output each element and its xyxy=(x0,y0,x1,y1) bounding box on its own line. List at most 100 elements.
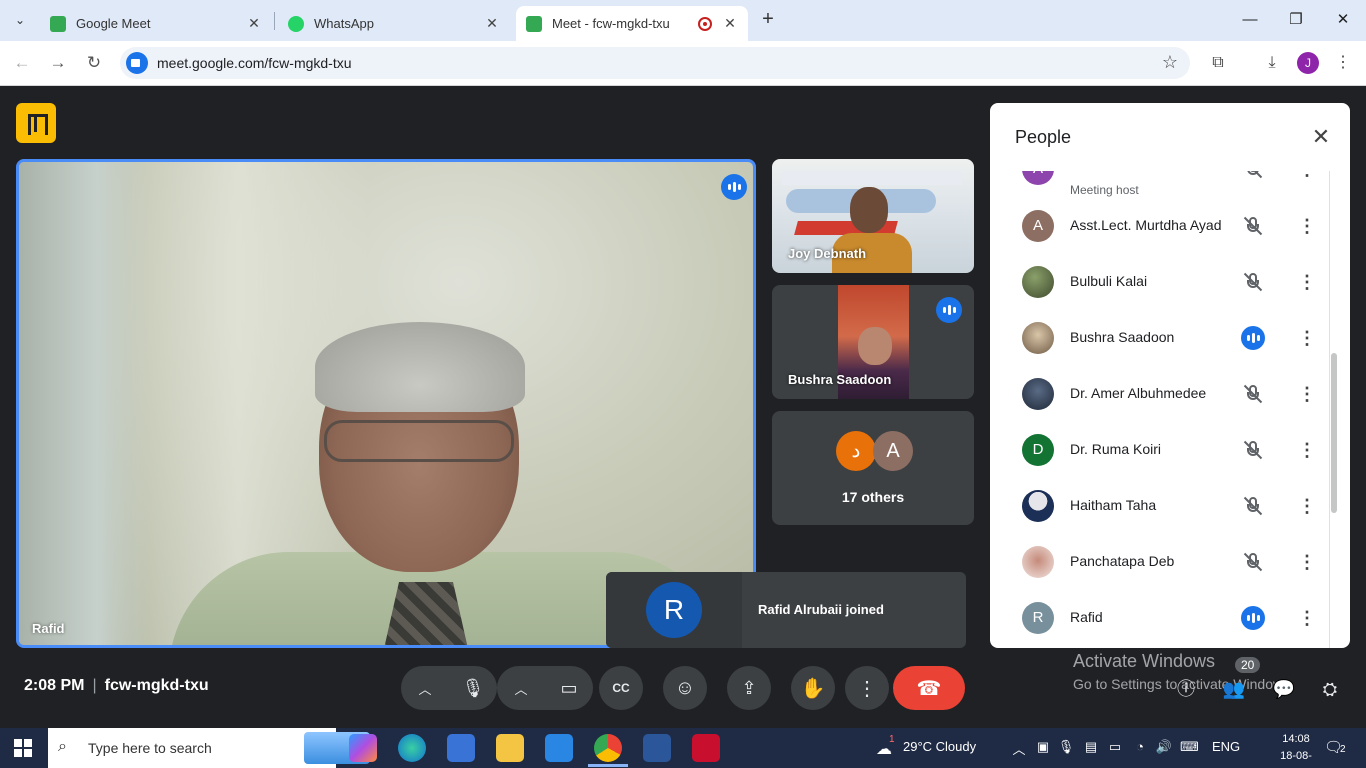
battery-icon[interactable]: ▭ xyxy=(1106,739,1124,757)
list-item[interactable]: Bushra Saadoon ⋮ xyxy=(1002,310,1329,366)
word-app-icon[interactable] xyxy=(643,734,671,762)
tab-google-meet[interactable]: Google Meet ✕ xyxy=(40,6,272,41)
raise-hand-icon[interactable]: ✋ xyxy=(791,666,835,710)
list-item[interactable]: A Asst.Lect. Murtdha Ayad ⋮ xyxy=(1002,198,1329,254)
clock-date: 18-08-2024 xyxy=(1280,750,1312,768)
windows-start-icon[interactable] xyxy=(14,739,32,757)
panel-title: People xyxy=(1015,127,1072,147)
mic-on-speaking-icon xyxy=(1241,326,1265,350)
more-options-icon[interactable]: ⋮ xyxy=(1298,326,1316,350)
close-tab-icon[interactable]: ✕ xyxy=(722,15,738,32)
more-options-icon[interactable]: ⋮ xyxy=(1298,171,1316,181)
mail-icon[interactable] xyxy=(545,734,573,762)
close-panel-icon[interactable]: ✕ xyxy=(1307,123,1335,151)
volume-icon[interactable]: 🔊 xyxy=(1155,739,1173,757)
browser-menu-kebab-icon[interactable]: ⋮ xyxy=(1331,51,1355,75)
more-options-icon[interactable]: ⋮ xyxy=(845,666,889,710)
chat-icon[interactable]: 💬 xyxy=(1271,677,1297,701)
weather-text[interactable]: 29°C Cloudy xyxy=(903,739,976,754)
meeting-info-logo-icon[interactable] xyxy=(16,103,56,143)
forward-arrow-icon[interactable]: → xyxy=(46,51,70,75)
mic-off-icon xyxy=(1241,494,1265,518)
list-item[interactable]: D Dr. Ruma Koiri ⋮ xyxy=(1002,422,1329,478)
search-icon: ⌕ xyxy=(58,738,67,755)
more-options-icon[interactable]: ⋮ xyxy=(1298,606,1316,630)
microphone-icon[interactable]: 🎙 xyxy=(449,678,497,699)
more-options-icon[interactable]: ⋮ xyxy=(1298,494,1316,518)
list-item[interactable]: R Rafid ⋮ xyxy=(1002,590,1329,646)
keyboard-icon[interactable]: ⌨ xyxy=(1180,739,1199,757)
taskbar-search-box[interactable]: ⌕ Type here to search xyxy=(48,728,370,768)
participant-list[interactable]: A Meeting host ⋮ A Asst.Lect. Murtdha Ay… xyxy=(1002,171,1330,648)
microsoft-store-icon[interactable] xyxy=(447,734,475,762)
people-icon[interactable]: 👥 xyxy=(1221,677,1247,701)
taskbar-clock[interactable]: 14:08 18-08-2024 xyxy=(1268,731,1324,768)
speaking-indicator-icon xyxy=(721,174,747,200)
list-item[interactable]: A Meeting host ⋮ xyxy=(1002,171,1329,197)
url-text[interactable]: meet.google.com/fcw-mgkd-txu xyxy=(157,55,352,71)
microphone-control[interactable]: ︿ 🎙 xyxy=(401,666,497,710)
list-item[interactable]: Haitham Taha ⋮ xyxy=(1002,478,1329,534)
tab-search-chevron-icon[interactable]: ⌄ xyxy=(8,8,32,32)
language-indicator[interactable]: ENG xyxy=(1212,739,1240,754)
participant-name: Asst.Lect. Murtdha Ayad xyxy=(1070,217,1222,233)
avatar xyxy=(1022,322,1054,354)
participant-name: Dr. Amer Albuhmedee xyxy=(1070,385,1207,401)
camera-icon[interactable]: ▭ xyxy=(545,678,593,699)
list-item[interactable]: Bulbuli Kalai ⋮ xyxy=(1002,254,1329,310)
download-icon[interactable]: ⤓ xyxy=(1260,51,1284,75)
mcafee-icon[interactable] xyxy=(692,734,720,762)
microphone-tray-icon[interactable]: 🎙 xyxy=(1057,739,1075,757)
others-tile[interactable]: د A 17 others xyxy=(772,411,974,525)
profile-avatar[interactable]: J xyxy=(1297,52,1319,74)
more-options-icon[interactable]: ⋮ xyxy=(1298,550,1316,574)
recording-indicator-icon xyxy=(698,16,712,31)
video-tile-joy-debnath[interactable]: Joy Debnath xyxy=(772,159,974,273)
list-item[interactable]: Panchatapa Deb ⋮ xyxy=(1002,534,1329,590)
video-tile-bushra-saadoon[interactable]: Bushra Saadoon xyxy=(772,285,974,399)
activities-icon[interactable]: ⛭ xyxy=(1317,677,1343,701)
tile-name: Joy Debnath xyxy=(788,246,867,261)
file-explorer-icon[interactable] xyxy=(496,734,524,762)
site-info-icon[interactable] xyxy=(126,52,148,74)
emoji-reaction-icon[interactable]: ☺ xyxy=(663,666,707,710)
participant-name: Panchatapa Deb xyxy=(1070,553,1175,569)
more-options-icon[interactable]: ⋮ xyxy=(1298,270,1316,294)
copilot-app-icon[interactable] xyxy=(349,734,377,762)
bookmark-star-icon[interactable]: ☆ xyxy=(1162,52,1178,73)
meeting-details-info-icon[interactable]: ⓘ xyxy=(1173,677,1199,701)
more-options-icon[interactable]: ⋮ xyxy=(1298,382,1316,406)
edge-browser-icon[interactable] xyxy=(398,734,426,762)
search-placeholder[interactable]: Type here to search xyxy=(88,740,212,756)
restore-window-icon[interactable]: ❐ xyxy=(1284,8,1308,32)
tab-whatsapp[interactable]: WhatsApp ✕ xyxy=(278,6,510,41)
close-tab-icon[interactable]: ✕ xyxy=(246,15,262,32)
more-options-icon[interactable]: ⋮ xyxy=(1298,438,1316,462)
new-tab-plus-icon[interactable]: + xyxy=(758,8,778,32)
show-hidden-icons-chevron-icon[interactable]: ︿ xyxy=(1010,739,1028,757)
address-bar[interactable]: meet.google.com/fcw-mgkd-txu ☆ xyxy=(120,47,1190,79)
panel-scrollbar[interactable] xyxy=(1331,353,1337,513)
list-item[interactable]: Dr. Amer Albuhmedee ⋮ xyxy=(1002,366,1329,422)
participant-role: Meeting host xyxy=(1070,183,1139,197)
captions-icon[interactable]: CC xyxy=(599,666,643,710)
meet-tray-icon[interactable]: ▣ xyxy=(1034,739,1052,757)
display-tray-icon[interactable]: ▤ xyxy=(1082,739,1100,757)
present-screen-icon[interactable]: ⇪ xyxy=(727,666,771,710)
audio-options-chevron-icon[interactable]: ︿ xyxy=(401,679,449,698)
avatar: R xyxy=(1022,602,1054,634)
wifi-icon[interactable]: ◔ xyxy=(1131,739,1149,757)
leave-call-icon[interactable]: ☎ xyxy=(893,666,965,710)
close-tab-icon[interactable]: ✕ xyxy=(484,15,500,32)
extensions-puzzle-icon[interactable]: ⧉ xyxy=(1206,51,1230,75)
tab-meet-active[interactable]: Meet - fcw-mgkd-txu ✕ xyxy=(516,6,748,41)
camera-control[interactable]: ︿ ▭ xyxy=(497,666,593,710)
back-arrow-icon[interactable]: ← xyxy=(10,51,34,75)
chrome-browser-icon[interactable] xyxy=(588,734,628,767)
close-window-icon[interactable]: ✕ xyxy=(1331,8,1355,32)
more-options-icon[interactable]: ⋮ xyxy=(1298,214,1316,238)
speaker-glasses xyxy=(324,420,514,462)
minimize-window-icon[interactable]: — xyxy=(1238,8,1262,32)
reload-icon[interactable]: ↻ xyxy=(82,51,106,75)
video-options-chevron-icon[interactable]: ︿ xyxy=(497,679,545,698)
